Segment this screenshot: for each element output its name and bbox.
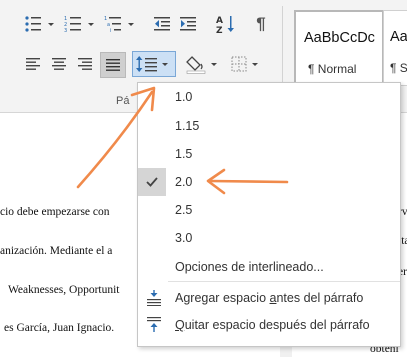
label-part: ntes del párrafo — [276, 291, 364, 305]
style-sample: AaB — [390, 29, 407, 45]
style-sample: AaBbCcDc — [304, 30, 375, 46]
numbered-list-icon: 1 2 3 — [64, 16, 94, 33]
option-label: Opciones de interlineado... — [175, 260, 324, 274]
line-spacing-menu: 1.0 1.15 1.5 2.0 2.5 3.0 Opciones de int… — [137, 82, 401, 347]
numbering-button[interactable]: 1 2 3 — [62, 12, 100, 36]
shading-bucket-icon — [186, 56, 217, 74]
add-space-before-icon — [147, 290, 161, 306]
increase-indent-button[interactable] — [176, 12, 200, 36]
remove-space-after-icon — [147, 317, 161, 332]
style-name: ¶ Normal — [308, 62, 357, 76]
borders-button[interactable] — [228, 52, 264, 76]
spacing-option-2-0[interactable]: 2.0 — [138, 168, 400, 196]
justify-button[interactable] — [100, 52, 126, 78]
document-line: cio debe empezarse con — [0, 206, 110, 218]
document-line: es García, Juan Ignacio. — [4, 322, 115, 334]
decrease-indent-button[interactable] — [150, 12, 174, 36]
option-label: 2.0 — [175, 175, 193, 189]
show-formatting-button[interactable]: ¶ — [250, 12, 272, 36]
spacing-option-2-5[interactable]: 2.5 — [138, 196, 400, 224]
option-label: Quitar espacio después del párrafo — [175, 318, 370, 332]
decrease-indent-icon — [154, 17, 170, 31]
justify-icon — [106, 59, 120, 71]
align-center-icon — [52, 58, 66, 70]
paragraph-group-label: Pá — [116, 95, 130, 107]
document-line: anización. Mediante el a — [0, 245, 113, 257]
line-spacing-options-item[interactable]: Opciones de interlineado... — [138, 253, 400, 281]
style-normal[interactable]: AaBbCcDc ¶ Normal — [294, 10, 384, 88]
spacing-option-3-0[interactable]: 3.0 — [138, 224, 400, 252]
sort-button[interactable]: A Z — [214, 12, 238, 36]
option-label: 1.5 — [175, 147, 193, 161]
align-left-icon — [26, 58, 40, 70]
align-right-icon — [78, 58, 92, 70]
align-left-button[interactable] — [22, 52, 44, 76]
spacing-option-1-5[interactable]: 1.5 — [138, 140, 400, 168]
option-label: 1.0 — [175, 90, 193, 104]
bullets-button[interactable] — [22, 12, 60, 36]
access-key: Q — [175, 318, 185, 332]
pilcrow-icon: ¶ — [256, 14, 266, 33]
increase-indent-icon — [180, 17, 196, 31]
selected-indicator — [138, 168, 166, 196]
svg-text:i: i — [110, 28, 111, 33]
line-spacing-button[interactable] — [132, 51, 176, 77]
multilevel-list-button[interactable]: 1 a i — [102, 12, 140, 36]
option-label: 3.0 — [175, 231, 193, 245]
label-part: uitar espacio después del párrafo — [184, 318, 370, 332]
label-part: Agregar espacio — [175, 291, 270, 305]
shading-button[interactable] — [184, 52, 224, 76]
checkmark-icon — [146, 177, 158, 187]
option-label: 2.5 — [175, 203, 193, 217]
option-label: 1.15 — [175, 119, 200, 133]
document-line: Weaknesses, Opportunit — [8, 284, 120, 296]
borders-icon — [231, 56, 258, 72]
bullets-list-icon — [25, 16, 54, 32]
add-space-before-item[interactable]: Agregar espacio antes del párrafo — [138, 284, 400, 312]
svg-text:A: A — [216, 16, 223, 26]
style-name: ¶ Si — [390, 61, 407, 75]
sort-az-icon: A Z — [216, 16, 234, 34]
spacing-option-1-15[interactable]: 1.15 — [138, 112, 400, 140]
svg-text:Z: Z — [216, 26, 223, 34]
remove-space-after-item[interactable]: Quitar espacio después del párrafo — [138, 311, 400, 339]
spacing-option-1-0[interactable]: 1.0 — [138, 83, 400, 111]
align-right-button[interactable] — [74, 52, 96, 76]
align-center-button[interactable] — [48, 52, 70, 76]
menu-separator — [168, 281, 400, 282]
multilevel-list-icon: 1 a i — [104, 16, 134, 33]
svg-text:3: 3 — [64, 28, 67, 33]
option-label: Agregar espacio antes del párrafo — [175, 291, 363, 305]
style-no-spacing[interactable]: AaB ¶ Si — [383, 10, 407, 86]
line-spacing-icon — [136, 56, 168, 72]
